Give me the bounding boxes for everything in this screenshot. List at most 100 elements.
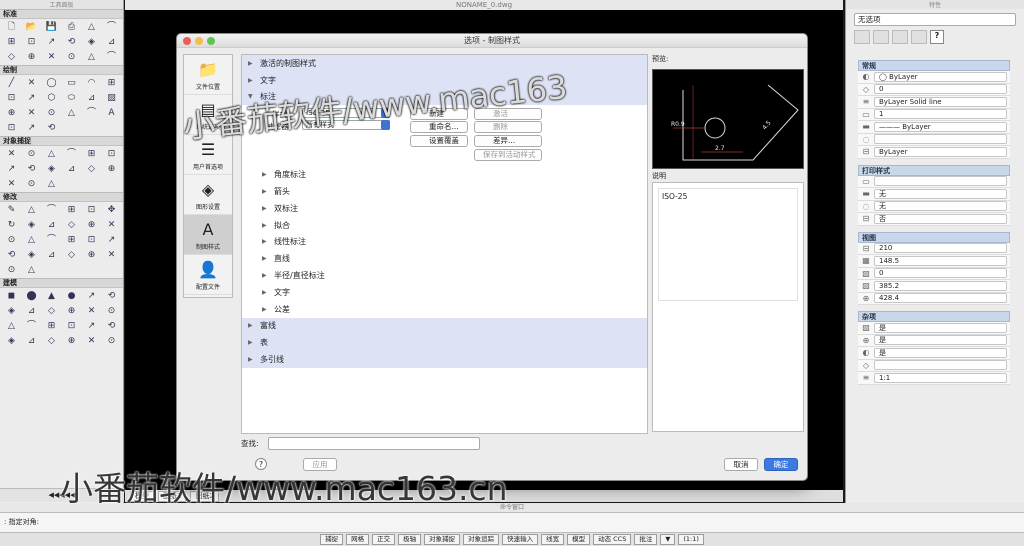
status-toggle[interactable]: 对象追踪 <box>463 534 500 545</box>
snap-nearest-icon[interactable]: ✕ <box>3 178 20 190</box>
property-section-header[interactable]: 打印样式 <box>858 164 1010 176</box>
ray-icon[interactable]: ⊡ <box>3 92 20 104</box>
block-icon[interactable]: ⊕ <box>3 107 20 119</box>
trim-icon[interactable]: ◇ <box>63 219 80 231</box>
selection-dropdown[interactable]: 无选项 <box>854 13 1016 26</box>
expand-right-icon[interactable]: ▶ <box>262 238 274 245</box>
save-icon[interactable]: 💾 <box>43 21 60 33</box>
snap-node-icon[interactable]: ◇ <box>83 163 100 175</box>
rectangle-icon[interactable]: ▭ <box>63 77 80 89</box>
sweep-icon[interactable]: ⊕ <box>63 305 80 317</box>
tree-item[interactable]: ▶ 半径/直径标注 <box>242 267 647 284</box>
camera-icon[interactable]: ⊕ <box>63 335 80 347</box>
status-toggle[interactable]: 捕捉 <box>320 534 344 545</box>
search-input[interactable] <box>268 437 480 450</box>
undo-icon[interactable]: ◈ <box>83 36 100 48</box>
property-value[interactable]: 428.4 <box>874 293 1007 304</box>
minimize-window-icon[interactable] <box>195 37 203 45</box>
expand-right-icon[interactable]: ▶ <box>248 339 260 346</box>
expand-right-icon[interactable]: ▶ <box>248 356 260 363</box>
palette-section-header[interactable]: 标准 <box>0 9 123 19</box>
tree-item[interactable]: ▶ 文字 <box>242 284 647 301</box>
status-toggle[interactable]: 正交 <box>372 534 396 545</box>
stretch-icon[interactable]: ⊿ <box>43 219 60 231</box>
match-prop-icon[interactable]: ✕ <box>103 249 120 261</box>
property-value[interactable]: 1:1 <box>874 372 1007 383</box>
union-icon[interactable]: ⊙ <box>103 305 120 317</box>
snap-quadrant-icon[interactable]: ↗ <box>3 163 20 175</box>
sphere-icon[interactable]: ● <box>63 290 80 302</box>
paste-icon[interactable]: ↗ <box>43 36 60 48</box>
expand-right-icon[interactable]: ▶ <box>248 60 260 67</box>
join-icon[interactable]: ⊙ <box>3 234 20 246</box>
expand-right-icon[interactable]: ▶ <box>248 77 260 84</box>
category-item[interactable]: ◈ 图形设置 <box>184 175 232 215</box>
select-objects-icon[interactable] <box>873 30 889 44</box>
copy-icon[interactable]: ⊡ <box>23 36 40 48</box>
snap-insertion-icon[interactable]: ⊕ <box>103 163 120 175</box>
match-icon[interactable]: ⟲ <box>63 36 80 48</box>
group-icon[interactable]: ⊙ <box>3 264 20 276</box>
status-toggle[interactable]: ▼ <box>660 534 676 545</box>
toggle-pickadd-icon[interactable] <box>854 30 870 44</box>
region-icon[interactable]: △ <box>63 107 80 119</box>
tree-item[interactable]: ▶ 箭头 <box>242 183 647 200</box>
scale-icon[interactable]: ◈ <box>23 219 40 231</box>
property-value[interactable]: ByLayer <box>874 146 1007 157</box>
expand-right-icon[interactable]: ▶ <box>248 322 260 329</box>
subtract-icon[interactable]: △ <box>3 320 20 332</box>
point-icon[interactable]: ⊙ <box>43 107 60 119</box>
pan-icon[interactable]: ◇ <box>3 51 20 63</box>
snap-apparent-icon[interactable]: ⌒ <box>63 148 80 160</box>
expand-right-icon[interactable]: ▶ <box>262 205 274 212</box>
snap-midpoint-icon[interactable]: ⊙ <box>23 148 40 160</box>
expand-right-icon[interactable]: ▶ <box>262 306 274 313</box>
edit-poly-icon[interactable]: ↗ <box>103 234 120 246</box>
maximize-window-icon[interactable] <box>207 37 215 45</box>
status-toggle[interactable]: 极轴 <box>398 534 422 545</box>
category-item[interactable]: A 制图样式 <box>184 215 232 255</box>
property-value[interactable]: 否 <box>874 213 1007 224</box>
status-toggle[interactable]: (1:1) <box>678 534 704 545</box>
snap-perpendicular-icon[interactable]: ◈ <box>43 163 60 175</box>
property-value[interactable]: 是 <box>874 335 1007 346</box>
move-icon[interactable]: ✥ <box>103 204 120 216</box>
ellipse-icon[interactable]: ⬭ <box>63 92 80 104</box>
rotate-icon[interactable]: ↻ <box>3 219 20 231</box>
category-item[interactable]: 👤 配置文件 <box>184 255 232 295</box>
property-value[interactable]: ByLayer Solid line <box>874 96 1007 107</box>
text-icon[interactable]: A <box>103 107 120 119</box>
snap-extension-icon[interactable]: ⊞ <box>83 148 100 160</box>
open-folder-icon[interactable]: 📂 <box>23 21 40 33</box>
box-icon[interactable]: ◼ <box>3 290 20 302</box>
tree-item[interactable]: ▶ 线性标注 <box>242 234 647 251</box>
zoom-icon[interactable]: ✕ <box>43 51 60 63</box>
loft-icon[interactable]: ✕ <box>83 305 100 317</box>
snap-none-icon[interactable]: ⊙ <box>23 178 40 190</box>
fly-icon[interactable]: ⊙ <box>103 335 120 347</box>
fillet-icon[interactable]: ⌒ <box>43 234 60 246</box>
expand-right-icon[interactable]: ▶ <box>262 272 274 279</box>
status-toggle[interactable]: 快速输入 <box>502 534 539 545</box>
tree-item[interactable]: ▶ 表 <box>242 334 647 352</box>
ok-button[interactable]: 确定 <box>764 458 798 471</box>
circle-icon[interactable]: ◯ <box>43 77 60 89</box>
snap-tangent-icon[interactable]: ⟲ <box>23 163 40 175</box>
erase-icon[interactable]: ✎ <box>3 204 20 216</box>
torus-icon[interactable]: ↗ <box>83 290 100 302</box>
imprint-icon[interactable]: ⟲ <box>103 320 120 332</box>
hatch-icon[interactable]: ▨ <box>103 92 120 104</box>
tree-item[interactable]: ▶ 多引线 <box>242 351 647 368</box>
status-toggle[interactable]: 网格 <box>346 534 370 545</box>
undo-icon[interactable]: ⌒ <box>103 21 120 33</box>
expand-right-icon[interactable]: ▶ <box>262 289 274 296</box>
properties-icon[interactable]: ⊕ <box>83 249 100 261</box>
explode-icon[interactable]: ⊞ <box>63 234 80 246</box>
intersect-icon[interactable]: ⌒ <box>23 320 40 332</box>
wedge-icon[interactable]: ⟲ <box>103 290 120 302</box>
print-preview-icon[interactable]: △ <box>83 21 100 33</box>
lengthen-icon[interactable]: ⊡ <box>83 234 100 246</box>
revolve-icon[interactable]: ◇ <box>43 305 60 317</box>
property-value[interactable] <box>874 176 1007 187</box>
extrude-icon[interactable]: ⊿ <box>23 305 40 317</box>
